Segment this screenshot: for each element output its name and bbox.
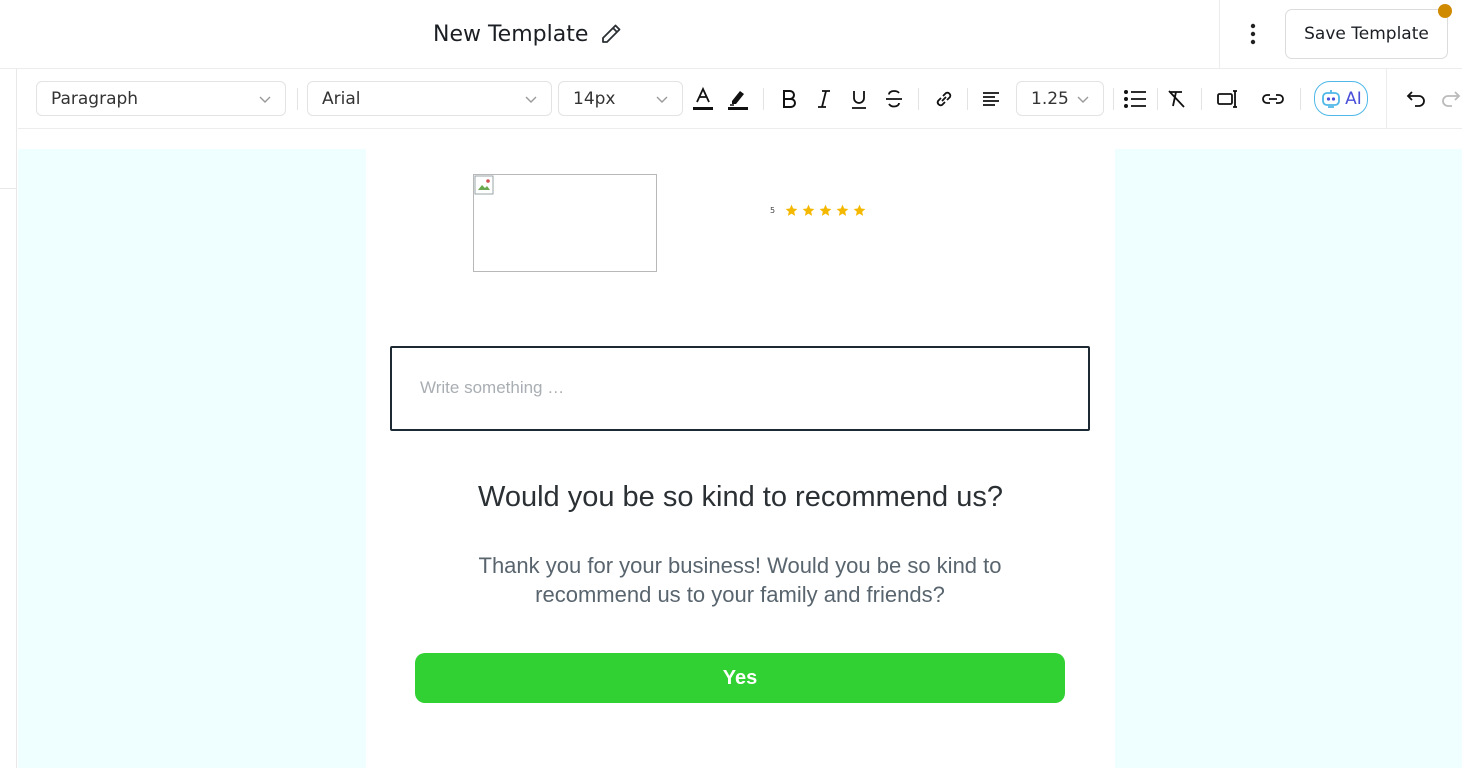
toolbar-separator [1300, 88, 1301, 110]
strikethrough-icon[interactable] [881, 86, 907, 112]
toolbar-separator [1113, 88, 1114, 110]
pencil-icon[interactable] [598, 21, 624, 47]
star-icon [853, 204, 866, 216]
ai-label: AI [1345, 88, 1362, 109]
star-icon [819, 204, 832, 216]
bullet-list-icon[interactable] [1122, 86, 1148, 112]
textbox-placeholder: Write something … [420, 378, 565, 397]
line-height-select[interactable]: 1.25 [1016, 81, 1104, 116]
undo-icon[interactable] [1404, 86, 1430, 112]
toolbar-separator [297, 88, 298, 110]
toolbar-separator [918, 88, 919, 110]
top-bar: New Template Save Template [0, 0, 1462, 69]
highlight-icon[interactable] [725, 86, 751, 112]
header-divider [1219, 0, 1220, 68]
bold-icon[interactable] [776, 86, 802, 112]
font-size-select[interactable]: 14px [558, 81, 683, 116]
italic-icon[interactable] [811, 86, 837, 112]
redo-icon[interactable] [1438, 86, 1462, 112]
broken-image-icon [474, 175, 494, 195]
chevron-down-icon [656, 96, 668, 103]
robot-icon [1322, 89, 1341, 108]
star-icon [836, 204, 849, 216]
text-block-editor[interactable]: Write something … [390, 346, 1090, 431]
template-title-area: New Template [433, 18, 624, 50]
left-rail [0, 69, 17, 768]
insert-field-icon[interactable] [1215, 86, 1241, 112]
font-family-select[interactable]: Arial [307, 81, 552, 116]
chevron-down-icon [525, 96, 537, 103]
toolbar-divider [1386, 69, 1387, 129]
font-size-value: 14px [573, 88, 616, 109]
left-rail-divider [0, 188, 17, 189]
underline-icon[interactable] [846, 86, 872, 112]
email-body-text: Thank you for your business! Would you b… [478, 553, 1002, 607]
insert-link-icon[interactable] [1260, 86, 1286, 112]
star-icon [785, 204, 798, 216]
template-title[interactable]: New Template [433, 22, 588, 47]
star-icon [802, 204, 815, 216]
chevron-down-icon [259, 96, 271, 103]
save-template-button[interactable]: Save Template [1285, 9, 1448, 59]
align-left-icon[interactable] [978, 86, 1004, 112]
toolbar-separator [967, 88, 968, 110]
chevron-down-icon [1077, 96, 1089, 103]
star-rating[interactable]: 5 [770, 202, 866, 218]
text-color-icon[interactable] [690, 86, 716, 112]
line-height-value: 1.25 [1031, 88, 1069, 109]
email-headline: Would you be so kind to recommend us? [478, 481, 1003, 513]
more-options-icon[interactable] [1240, 20, 1266, 48]
toolbar-separator [763, 88, 764, 110]
yes-button[interactable]: Yes [415, 653, 1065, 703]
image-placeholder[interactable] [473, 174, 657, 272]
toolbar-separator [1157, 88, 1158, 110]
notification-dot [1438, 4, 1452, 18]
link-icon[interactable] [931, 86, 957, 112]
clear-format-icon[interactable] [1164, 86, 1190, 112]
block-type-select[interactable]: Paragraph [36, 81, 286, 116]
font-family-value: Arial [322, 88, 361, 109]
toolbar-separator [1201, 88, 1202, 110]
block-type-value: Paragraph [51, 88, 139, 109]
formatting-toolbar: Paragraph Arial 14px 1.25 AI [18, 69, 1462, 129]
rating-value: 5 [770, 205, 776, 215]
ai-assistant-button[interactable]: AI [1314, 81, 1368, 116]
